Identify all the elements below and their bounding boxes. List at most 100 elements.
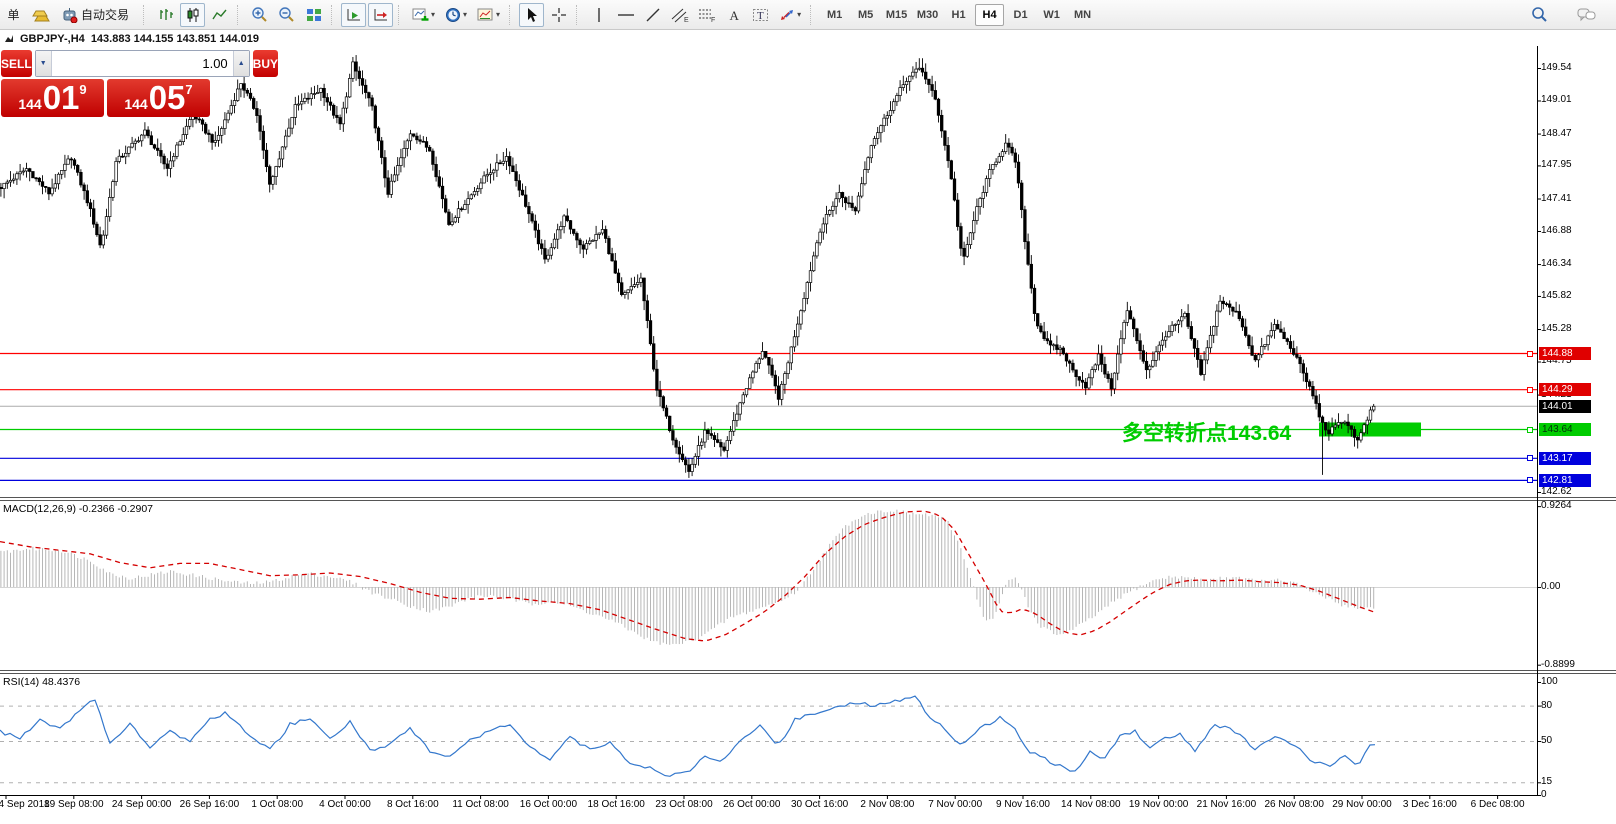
auto-trading-robot-icon (61, 7, 78, 23)
fibonacci-icon: F (698, 7, 716, 23)
timeframe-d1[interactable]: D1 (1006, 4, 1035, 26)
timeframe-m5[interactable]: M5 (851, 4, 880, 26)
new-order-button[interactable]: 单 (1, 3, 26, 27)
toolbar-separator (237, 5, 242, 25)
zoom-out-button[interactable] (274, 3, 299, 27)
vertical-line-icon (592, 7, 606, 23)
timeframe-mn[interactable]: MN (1068, 4, 1097, 26)
text-button[interactable]: A (721, 3, 746, 27)
text-label-button[interactable]: T (748, 3, 773, 27)
trendline-icon (645, 7, 661, 23)
svg-text:F: F (711, 17, 715, 23)
timeframe-h4[interactable]: H4 (975, 4, 1004, 26)
toolbar-separator (509, 5, 514, 25)
volume-spinner: ▼ ▲ (35, 50, 250, 77)
trendline-button[interactable] (640, 3, 665, 27)
candlestick-chart-button[interactable] (180, 3, 205, 27)
timeframe-m15[interactable]: M15 (882, 4, 911, 26)
cursor-button[interactable] (519, 3, 544, 27)
search-icon (1531, 6, 1548, 23)
bar-chart-button[interactable] (153, 3, 178, 27)
line-chart-button[interactable] (207, 3, 232, 27)
timeframe-m1[interactable]: M1 (820, 4, 849, 26)
sell-price-pips: 01 (43, 79, 80, 117)
volume-increase-button[interactable]: ▲ (233, 51, 249, 76)
templates-icon (477, 7, 494, 23)
gold-bar-icon[interactable] (28, 3, 53, 27)
toolbar-separator (398, 5, 403, 25)
rsi-indicator-label: RSI(14) 48.4376 (3, 676, 80, 688)
svg-text:A: A (729, 8, 739, 23)
indicators-caret-icon: ▾ (431, 10, 435, 19)
sell-button[interactable]: SELL (1, 50, 32, 77)
timeframe-w1[interactable]: W1 (1037, 4, 1066, 26)
templates-caret-icon: ▾ (496, 10, 500, 19)
arrows-button[interactable]: ▾ (775, 3, 805, 27)
chart-shift-button[interactable] (368, 3, 393, 27)
volume-input[interactable] (52, 51, 233, 76)
toolbar-separator (143, 5, 148, 25)
arrows-icon (779, 7, 795, 23)
auto-trading-label: 自动交易 (81, 6, 129, 23)
sell-price-point: 9 (79, 82, 86, 97)
buy-price-pips: 05 (149, 79, 186, 117)
buy-button[interactable]: BUY (253, 50, 278, 77)
vertical-line-button[interactable] (586, 3, 611, 27)
auto-trading-button[interactable]: 自动交易 (55, 3, 138, 27)
buy-price-point: 7 (185, 82, 192, 97)
svg-text:T: T (757, 10, 764, 22)
zoom-in-button[interactable] (247, 3, 272, 27)
auto-scroll-icon (346, 7, 362, 23)
templates-button[interactable]: ▾ (473, 3, 504, 27)
auto-scroll-button[interactable] (341, 3, 366, 27)
fibonacci-button[interactable]: F (694, 3, 719, 27)
periods-button[interactable]: ▾ (441, 3, 471, 27)
timeframe-h1[interactable]: H1 (944, 4, 973, 26)
text-label-icon: T (752, 7, 769, 23)
chart-ohlc-values: 143.883 144.155 143.851 144.019 (91, 33, 259, 45)
gold-bar-icon-svg (32, 8, 50, 22)
search-button[interactable] (1527, 3, 1552, 27)
chart-shift-icon (373, 7, 389, 23)
tile-windows-icon (306, 7, 322, 23)
macd-indicator-label: MACD(12,26,9) -0.2366 -0.2907 (3, 503, 153, 515)
line-chart-icon (212, 7, 228, 23)
cursor-icon (525, 7, 539, 23)
crosshair-icon (551, 7, 567, 23)
periods-clock-icon (445, 7, 461, 23)
chat-button[interactable] (1574, 3, 1599, 27)
indicators-add-icon (412, 7, 429, 23)
chart-canvas[interactable] (0, 0, 1616, 824)
chart-title-row: GBPJPY-,H4 143.883 144.155 143.851 144.0… (4, 33, 259, 45)
timeframe-group: M1M5M15M30H1H4D1W1MN (819, 0, 1098, 30)
one-click-trading-panel: SELL ▼ ▲ BUY 144 01 9 144 05 7 (1, 50, 210, 117)
mt4-window: 单 自动交易 (0, 0, 1616, 824)
chart-window-icon (4, 34, 14, 44)
zoom-out-icon (278, 6, 295, 23)
horizontal-line-button[interactable] (613, 3, 638, 27)
svg-text:E: E (684, 17, 689, 23)
indicators-button[interactable]: ▾ (408, 3, 439, 27)
toolbar-separator (576, 5, 581, 25)
horizontal-line-icon (617, 7, 635, 23)
sell-price-figure: 144 (18, 96, 41, 112)
arrows-caret-icon: ▾ (797, 10, 801, 19)
chart-symbol-title: GBPJPY-,H4 (20, 33, 85, 45)
buy-price-tile[interactable]: 144 05 7 (107, 79, 210, 117)
new-order-label: 单 (7, 6, 19, 23)
timeframe-m30[interactable]: M30 (913, 4, 942, 26)
equidistant-channel-button[interactable]: E (667, 3, 692, 27)
chat-icon (1577, 7, 1596, 23)
sell-price-tile[interactable]: 144 01 9 (1, 79, 104, 117)
main-toolbar: 单 自动交易 (0, 0, 1616, 30)
bar-chart-icon (158, 7, 174, 23)
toolbar-separator (331, 5, 336, 25)
equidistant-channel-icon: E (671, 7, 689, 23)
buy-price-figure: 144 (124, 96, 147, 112)
volume-decrease-button[interactable]: ▼ (36, 51, 52, 76)
candlestick-chart-icon (185, 7, 201, 23)
chart-annotation-text: 多空转折点143.64 (1122, 417, 1291, 447)
periods-caret-icon: ▾ (463, 10, 467, 19)
tile-windows-button[interactable] (301, 3, 326, 27)
crosshair-button[interactable] (546, 3, 571, 27)
